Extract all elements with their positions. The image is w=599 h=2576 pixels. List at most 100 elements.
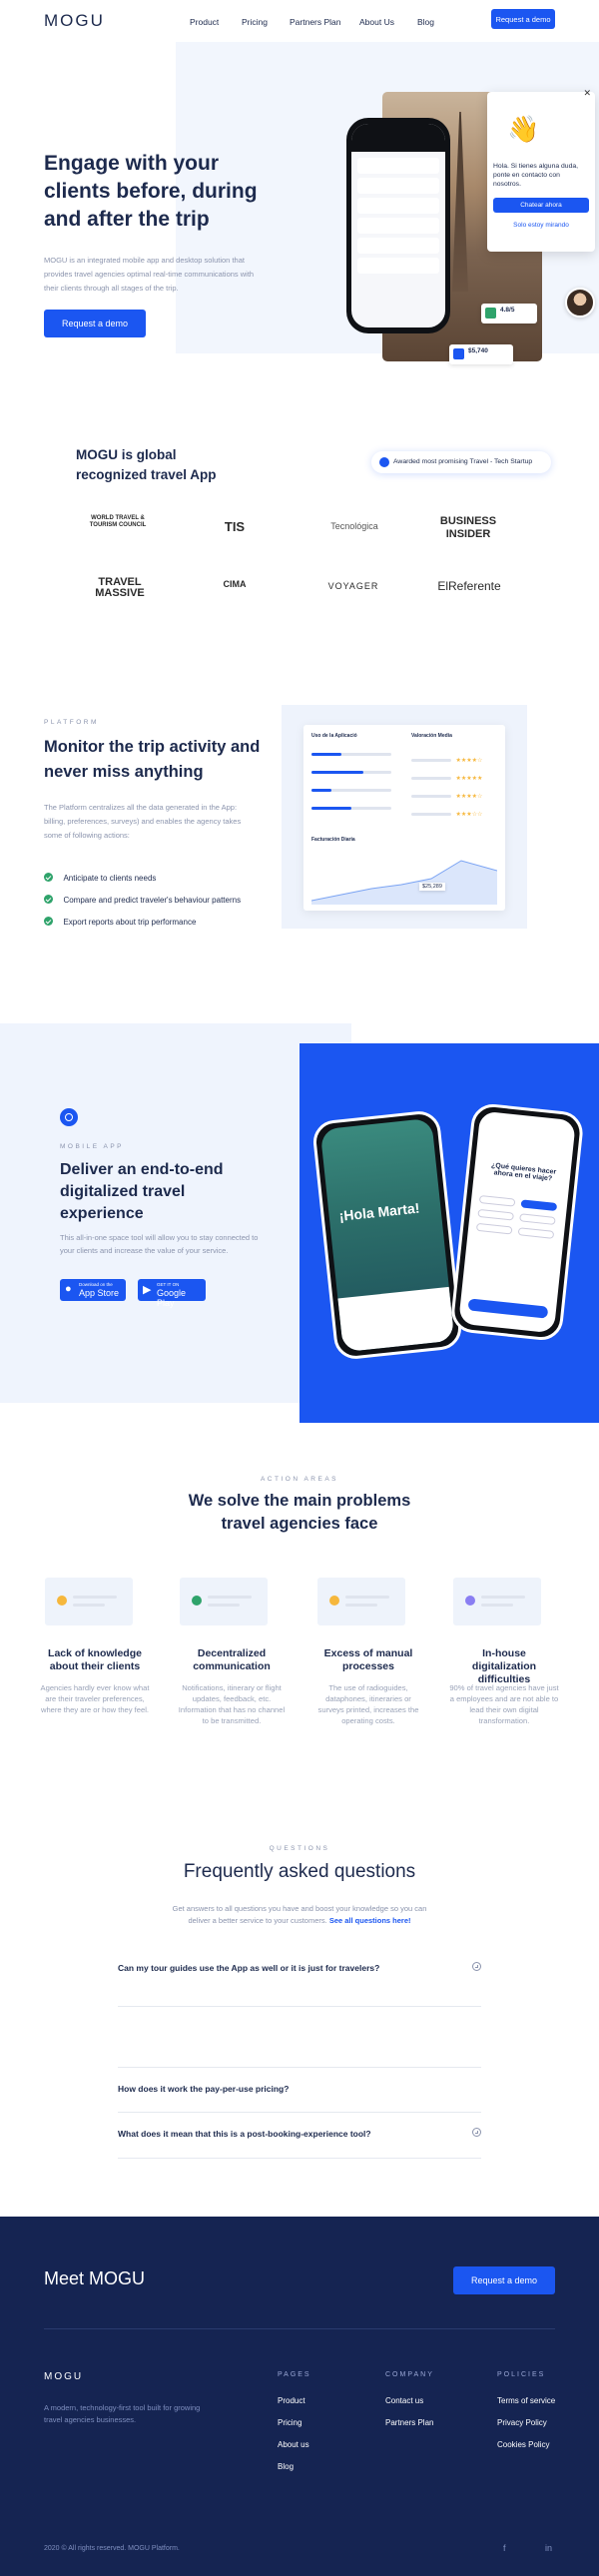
footer-request-demo-button[interactable]: Request a demo <box>453 2266 555 2294</box>
platform-item-label: Anticipate to clients needs <box>63 874 157 883</box>
faq-question: Can my tour guides use the App as well o… <box>118 1963 380 1973</box>
problem-card-4-image <box>453 1578 541 1625</box>
apple-icon: ● <box>65 1283 72 1295</box>
hero-section: Engage with your clients before, during … <box>0 42 599 364</box>
expand-icon[interactable] <box>472 2128 481 2137</box>
chat-popup: ✕ 👋 Hola. Si tienes alguna duda, ponte e… <box>487 88 595 252</box>
logo-cima: CIMA <box>223 579 247 589</box>
hero-phone-screen <box>351 124 445 327</box>
dash-usage-head: Uso de la Aplicació <box>311 733 357 739</box>
rating-icon <box>485 308 496 319</box>
platform-body: The Platform centralizes all the data ge… <box>44 803 242 840</box>
dashboard-panel: Uso de la Aplicació Valoración Media ★★★… <box>282 705 527 929</box>
logo-tecnologica: Tecnológica <box>330 521 378 531</box>
phone1-greeting: ¡Hola Marta! <box>337 1199 421 1224</box>
footer-link-blog[interactable]: Blog <box>278 2462 294 2471</box>
problem-title: Decentralized communication <box>193 1647 271 1672</box>
mobile-title: Deliver an end-to-end digitalized travel… <box>60 1161 224 1222</box>
facebook-icon[interactable]: f <box>503 2543 506 2553</box>
footer-logo: MOGU <box>44 2371 84 2382</box>
faq-item[interactable]: What does it mean that this is a post-bo… <box>118 2113 481 2159</box>
nav-link-product[interactable]: Product <box>190 17 219 27</box>
footer-policies-head: POLICIES <box>497 2371 546 2378</box>
footer-link-privacy[interactable]: Privacy Policy <box>497 2418 547 2427</box>
faq-question: What does it mean that this is a post-bo… <box>118 2129 371 2139</box>
faq-item[interactable]: Can my tour guides use the App as well o… <box>118 1947 481 2007</box>
mobile-phone-1-screen: ¡Hola Marta! <box>319 1117 455 1353</box>
footer-link-pricing[interactable]: Pricing <box>278 2418 301 2427</box>
stat-badge-revenue: $5,740 <box>449 344 513 364</box>
logo-wttc: WORLD TRAVEL & TOURISM COUNCIL <box>89 515 147 528</box>
footer-link-partners-plan[interactable]: Partners Plan <box>385 2418 433 2427</box>
award-badge: Awarded most promising Travel - Tech Sta… <box>371 451 551 473</box>
logo[interactable]: MOGU <box>44 11 105 31</box>
footer-link-terms[interactable]: Terms of service <box>497 2396 555 2405</box>
mobile-eyebrow: MOBILE APP <box>60 1143 125 1150</box>
mobile-app-icon <box>60 1108 78 1126</box>
logo-voyager: VOYAGER <box>327 581 379 591</box>
mobile-phone-1: ¡Hola Marta! <box>310 1108 464 1362</box>
logo-tis: TIS <box>224 519 246 534</box>
chat-close-icon[interactable]: ✕ <box>583 88 591 99</box>
billing-area-chart <box>311 860 497 905</box>
problems-title: We solve the main problems travel agenci… <box>188 1492 411 1533</box>
dash-rating-head: Valoración Media <box>411 733 452 739</box>
expand-icon[interactable] <box>472 1962 481 1971</box>
platform-item-label: Compare and predict traveler's behaviour… <box>63 896 242 905</box>
nav-request-demo-button[interactable]: Request a demo <box>491 9 555 29</box>
footer-copyright: 2020 © All rights reserved. MOGU Platfor… <box>44 2545 180 2552</box>
revenue-value: $5,740 <box>468 347 488 354</box>
platform-item-label: Export reports about trip performance <box>63 918 197 927</box>
nav-link-about-us[interactable]: About Us <box>359 17 394 27</box>
problem-title: Lack of knowledge about their clients <box>48 1647 142 1672</box>
faq-question: How does it work the pay-per-use pricing… <box>118 2084 290 2094</box>
nav-link-partners-plan[interactable]: Partners Plan <box>290 17 341 27</box>
nav-link-blog[interactable]: Blog <box>417 17 434 27</box>
check-icon <box>44 895 53 904</box>
hero-title: Engage with your clients before, during … <box>44 152 258 231</box>
linkedin-icon[interactable]: in <box>545 2543 552 2553</box>
google-play-button[interactable]: ▶ GET IT ON Google Play <box>138 1279 206 1308</box>
hero-phone <box>346 118 450 333</box>
award-text: Awarded most promising Travel - Tech Sta… <box>393 458 533 465</box>
play-small: GET IT ON <box>157 1282 180 1287</box>
footer-link-cookies[interactable]: Cookies Policy <box>497 2440 549 2449</box>
problem-card-2-image <box>180 1578 268 1625</box>
platform-item: Compare and predict traveler's behaviour… <box>44 891 241 909</box>
dash-billing-head: Facturación Diaria <box>311 837 355 843</box>
app-store-button[interactable]: ● Download on the App Store <box>60 1279 126 1301</box>
problem-title: Excess of manual processes <box>323 1647 413 1672</box>
mobile-phone-2: ¿Qué quieres hacer ahora en el viaje? <box>449 1101 585 1343</box>
tower-shape <box>452 112 468 292</box>
award-check-icon <box>379 457 389 467</box>
faq-item[interactable]: How does it work the pay-per-use pricing… <box>118 2067 481 2113</box>
chat-now-button[interactable]: Chatear ahora <box>493 198 589 213</box>
revenue-icon <box>453 348 464 359</box>
footer-link-about-us[interactable]: About us <box>278 2440 309 2449</box>
footer-link-contact-us[interactable]: Contact us <box>385 2396 423 2405</box>
check-icon <box>44 873 53 882</box>
platform-eyebrow: PLATFORM <box>44 719 99 726</box>
chat-text: Hola. Si tienes alguna duda, ponte en co… <box>493 163 579 188</box>
hero-request-demo-button[interactable]: Request a demo <box>44 310 146 337</box>
stat-badge-rating: 4.8/5 <box>481 304 537 323</box>
mobile-body: This all-in-one space tool will allow yo… <box>60 1233 259 1255</box>
chat-avatar[interactable] <box>565 288 595 318</box>
footer-pages-head: PAGES <box>278 2371 311 2378</box>
problems-section: ACTION AREAS We solve the main problems … <box>0 1468 599 1767</box>
problem-text: 90% of travel agencies have just a emplo… <box>449 1683 559 1725</box>
faq-see-all-link[interactable]: See all questions here! <box>329 1916 411 1925</box>
logo-elreferente: ElReferente <box>437 579 501 593</box>
footer-divider <box>44 2328 555 2329</box>
hero-body: MOGU is an integrated mobile app and des… <box>44 256 255 293</box>
problem-card-1-image <box>45 1578 133 1625</box>
check-icon <box>44 917 53 926</box>
footer: Meet MOGU Request a demo MOGU A modern, … <box>0 2217 599 2576</box>
waving-hand-icon: 👋 <box>507 114 540 144</box>
footer-title: Meet MOGU <box>44 2268 146 2288</box>
mobile-section: MOBILE APP Deliver an end-to-end digital… <box>0 1023 599 1423</box>
nav-link-pricing[interactable]: Pricing <box>242 17 268 27</box>
global-title: MOGU is global recognized travel App <box>76 447 217 482</box>
footer-link-product[interactable]: Product <box>278 2396 305 2405</box>
chat-just-looking-button[interactable]: Solo estoy mirando <box>493 218 589 233</box>
